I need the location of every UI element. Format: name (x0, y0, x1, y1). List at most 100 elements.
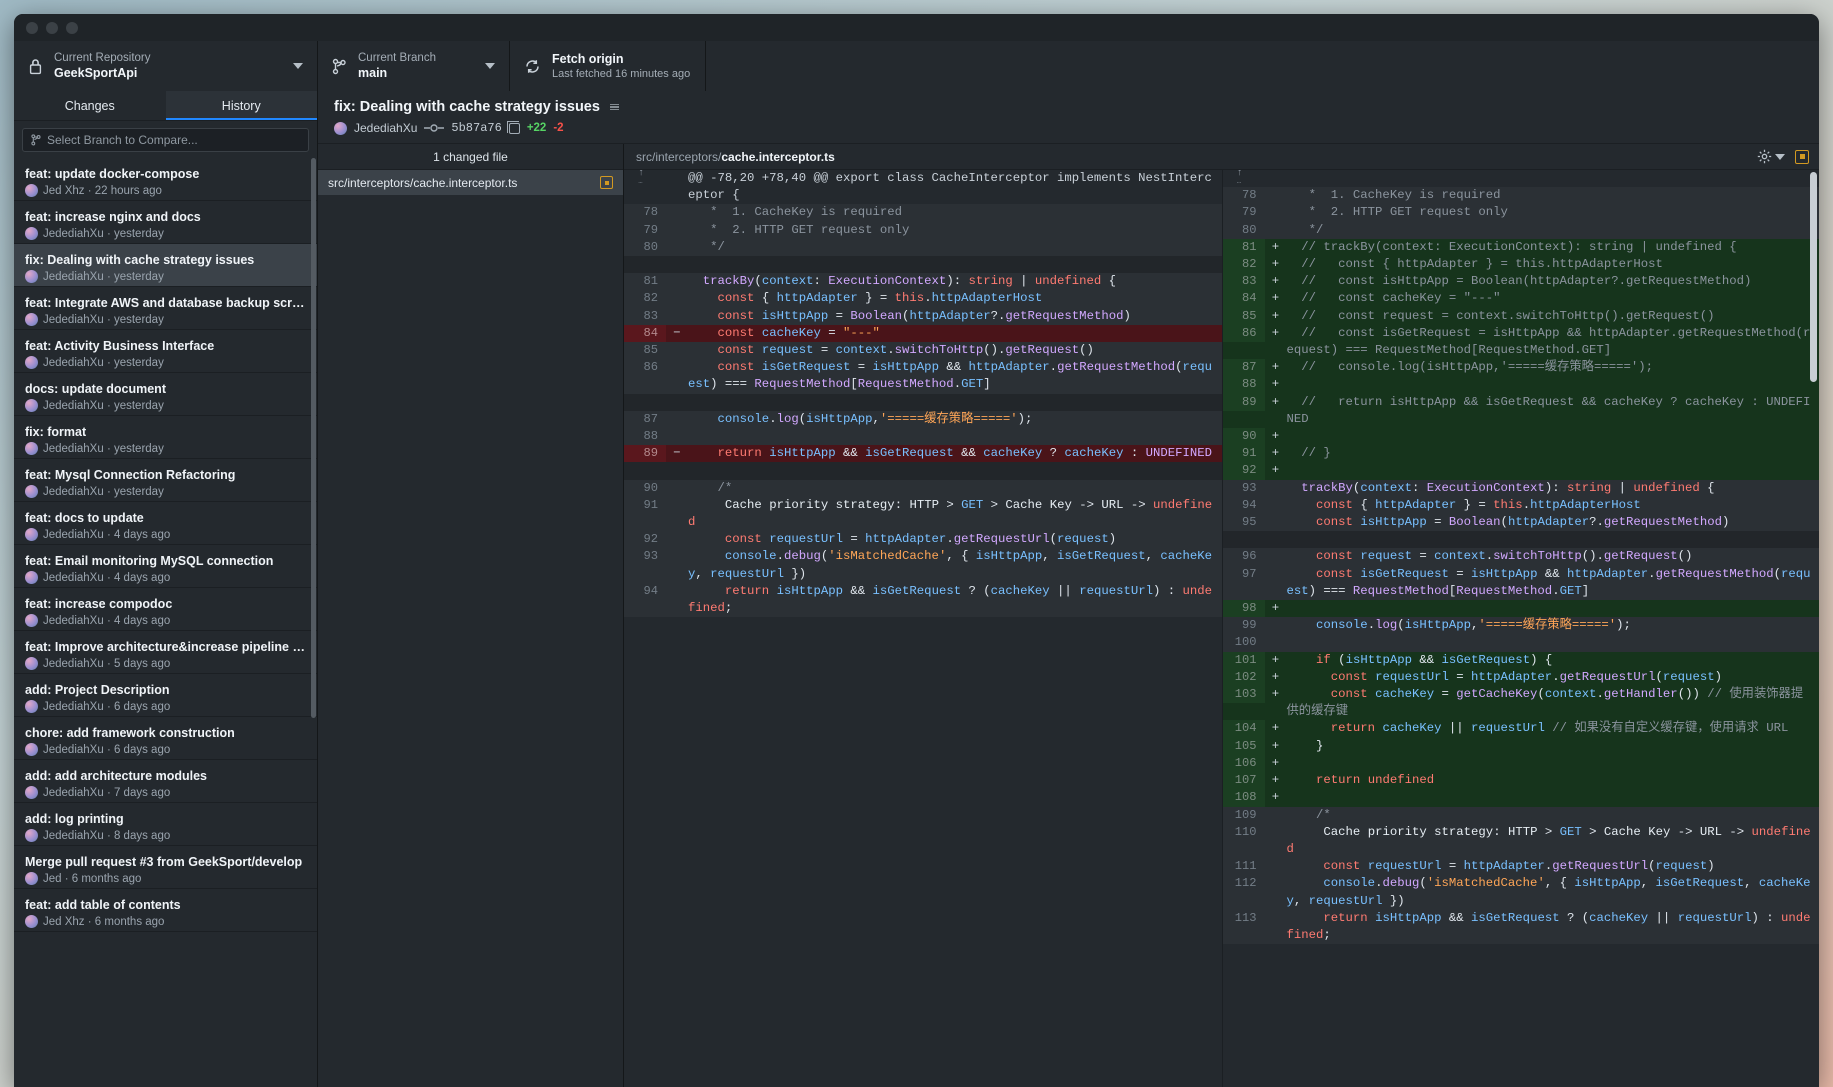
line-number: 101 (1222, 651, 1265, 669)
avatar (25, 571, 38, 584)
copy-icon[interactable] (506, 120, 520, 134)
commit-list-title: feat: Email monitoring MySQL connection (25, 554, 274, 568)
list-item[interactable]: feat: increase nginx and docs JedediahXu … (14, 201, 317, 244)
code-text: * 1. CacheKey is required (1286, 188, 1501, 203)
compare-branch-input[interactable]: Select Branch to Compare... (22, 128, 309, 152)
list-item[interactable]: feat: docs to update JedediahXu · 4 days … (14, 502, 317, 545)
diff-sign: + (1271, 308, 1280, 323)
diff-panel: src/interceptors/cache.interceptor.ts ↑ … (624, 144, 1819, 1087)
commit-history-list[interactable]: feat: update docker-compose Jed Xhz · 22 … (14, 158, 317, 1087)
diff-sign: + (1271, 738, 1280, 753)
line-number: 98 (1222, 600, 1265, 618)
commit-list-author-date: JedediahXu · yesterday (43, 313, 164, 326)
diff-line: 90 + (1222, 428, 1819, 446)
diff-line: 102 + const requestUrl = httpAdapter.getR… (1222, 668, 1819, 687)
diff-body[interactable]: ↑… @@ -78,20 +78,40 @@ export class Cache… (624, 170, 1819, 1087)
avatar (25, 227, 38, 240)
diff-hunk-header[interactable]: ↑… @@ -78,20 +78,40 @@ export class Cache… (624, 170, 1222, 205)
github-desktop-window: Current Repository GeekSportApi Current … (14, 14, 1819, 1087)
avatar (25, 184, 38, 197)
list-item[interactable]: fix: Dealing with cache strategy issues J… (14, 244, 317, 287)
code-text: /* (1286, 807, 1331, 822)
code-text: const requestUrl = httpAdapter.getReques… (1330, 669, 1722, 684)
list-item[interactable]: add: log printing JedediahXu · 8 days ago (14, 803, 317, 846)
diff-line (624, 462, 1222, 480)
diff-line: 85 const request = context.switchToHttp(… (624, 342, 1222, 360)
current-repository-dropdown[interactable]: Current Repository GeekSportApi (14, 41, 318, 91)
line-number: 113 (1234, 910, 1257, 925)
diff-line: 106 + (1222, 754, 1819, 773)
list-item[interactable]: add: Project Description JedediahXu · 6 d… (14, 674, 317, 717)
tab-changes[interactable]: Changes (14, 91, 166, 120)
commit-list-meta: JedediahXu · 4 days ago (25, 614, 306, 627)
list-item[interactable]: feat: Mysql Connection Refactoring Jededi… (14, 459, 317, 502)
list-item[interactable]: feat: Improve architecture&increase pipe… (14, 631, 317, 674)
avatar (25, 872, 38, 885)
chevron-down-icon (485, 63, 495, 69)
diff-line: 93 console.debug('isMatchedCache', { isH… (624, 548, 1222, 583)
diff-line: 112 console.debug('isMatchedCache', { is… (1222, 875, 1819, 910)
expand-hunk-icon[interactable]: ↑… (624, 170, 666, 186)
minimize-button[interactable] (46, 21, 58, 34)
sidebar-scrollbar-thumb[interactable] (311, 158, 316, 718)
code-text: // const request = context.switchToHttp(… (1286, 308, 1715, 323)
list-item[interactable]: feat: Email monitoring MySQL connection J… (14, 545, 317, 588)
line-number: 110 (1234, 824, 1257, 839)
commit-list-title: feat: update docker-compose (25, 167, 200, 181)
code-text: // const isGetRequest = isHttpApp && htt… (1286, 325, 1811, 358)
diff-settings-button[interactable] (1757, 149, 1785, 164)
avatar (25, 442, 38, 455)
page-title: fix: Dealing with cache strategy issues (334, 99, 600, 115)
commit-list-meta: Jed Xhz · 6 months ago (25, 915, 306, 928)
diff-hunk-header[interactable]: ↑… (1222, 170, 1819, 188)
avatar (25, 270, 38, 283)
list-item[interactable]: feat: increase compodoc JedediahXu · 4 da… (14, 588, 317, 631)
line-number: 95 (1241, 515, 1257, 530)
code-text: trackBy(context: ExecutionContext): stri… (702, 274, 1117, 289)
list-item[interactable]: feat: Integrate AWS and database backup … (14, 287, 317, 330)
current-branch-dropdown[interactable]: Current Branch main (318, 41, 510, 91)
diff-line: 91 Cache priority strategy: HTTP > GET >… (624, 496, 1222, 532)
list-item[interactable]: feat: add table of contents Jed Xhz · 6 m… (14, 889, 317, 932)
code-text: // const isHttpApp = Boolean(httpAdapter… (1286, 274, 1752, 289)
list-item[interactable]: feat: update docker-compose Jed Xhz · 22 … (14, 158, 317, 201)
line-number: 93 (643, 549, 658, 564)
line-number: 108 (1222, 789, 1265, 807)
diff-line: 82 + // const { httpAdapter } = this.http… (1222, 256, 1819, 274)
line-number: 93 (1241, 480, 1257, 495)
maximize-button[interactable] (66, 21, 78, 34)
diff-scrollbar-thumb[interactable] (1810, 172, 1817, 382)
line-number: 83 (643, 308, 658, 323)
diff-line: 95 const isHttpApp = Boolean(httpAdapter… (1222, 514, 1819, 532)
commit-list-title: add: Project Description (25, 683, 170, 697)
list-item[interactable]: fix: format JedediahXu · yesterday (14, 416, 317, 459)
avatar (334, 121, 347, 135)
compare-branch-placeholder: Select Branch to Compare... (47, 133, 198, 147)
list-item[interactable]: add: add architecture modules JedediahXu … (14, 760, 317, 803)
list-item[interactable]: chore: add framework construction Jededia… (14, 717, 317, 760)
fetch-origin-button[interactable]: Fetch origin Last fetched 16 minutes ago (510, 41, 706, 91)
commit-list-meta: JedediahXu · 4 days ago (25, 528, 306, 541)
diff-line: 97 const isGetRequest = isHttpApp && htt… (1222, 565, 1819, 601)
main-toolbar: Current Repository GeekSportApi Current … (14, 41, 1819, 91)
line-number: 94 (1241, 497, 1257, 512)
list-item[interactable]: Merge pull request #3 from GeekSport/dev… (14, 846, 317, 889)
diff-line: 80 */ (624, 238, 1222, 257)
list-item[interactable]: docs: update document JedediahXu · yester… (14, 373, 317, 416)
expand-hunk-icon[interactable]: ↑… (1223, 170, 1265, 186)
tab-history[interactable]: History (165, 91, 317, 120)
resize-handle-icon[interactable] (609, 103, 619, 111)
close-button[interactable] (26, 21, 38, 34)
diff-line: 84− const cacheKey = "---" (624, 324, 1222, 343)
diff-sign: + (1271, 755, 1280, 770)
line-number: 80 (1241, 222, 1257, 237)
line-number: 86 (1222, 324, 1265, 343)
diff-sign: + (1271, 669, 1280, 684)
changed-file-row[interactable]: src/interceptors/cache.interceptor.ts (318, 170, 623, 195)
diff-line: 81 + // trackBy(context: ExecutionContext… (1222, 238, 1819, 257)
toggle-unified-diff-button[interactable] (1795, 149, 1809, 164)
diff-sign: + (1271, 429, 1280, 444)
diff-line: 107 + return undefined (1222, 772, 1819, 790)
commit-detail-pane: fix: Dealing with cache strategy issues … (318, 91, 1819, 1087)
list-item[interactable]: feat: Activity Business Interface Jededia… (14, 330, 317, 373)
